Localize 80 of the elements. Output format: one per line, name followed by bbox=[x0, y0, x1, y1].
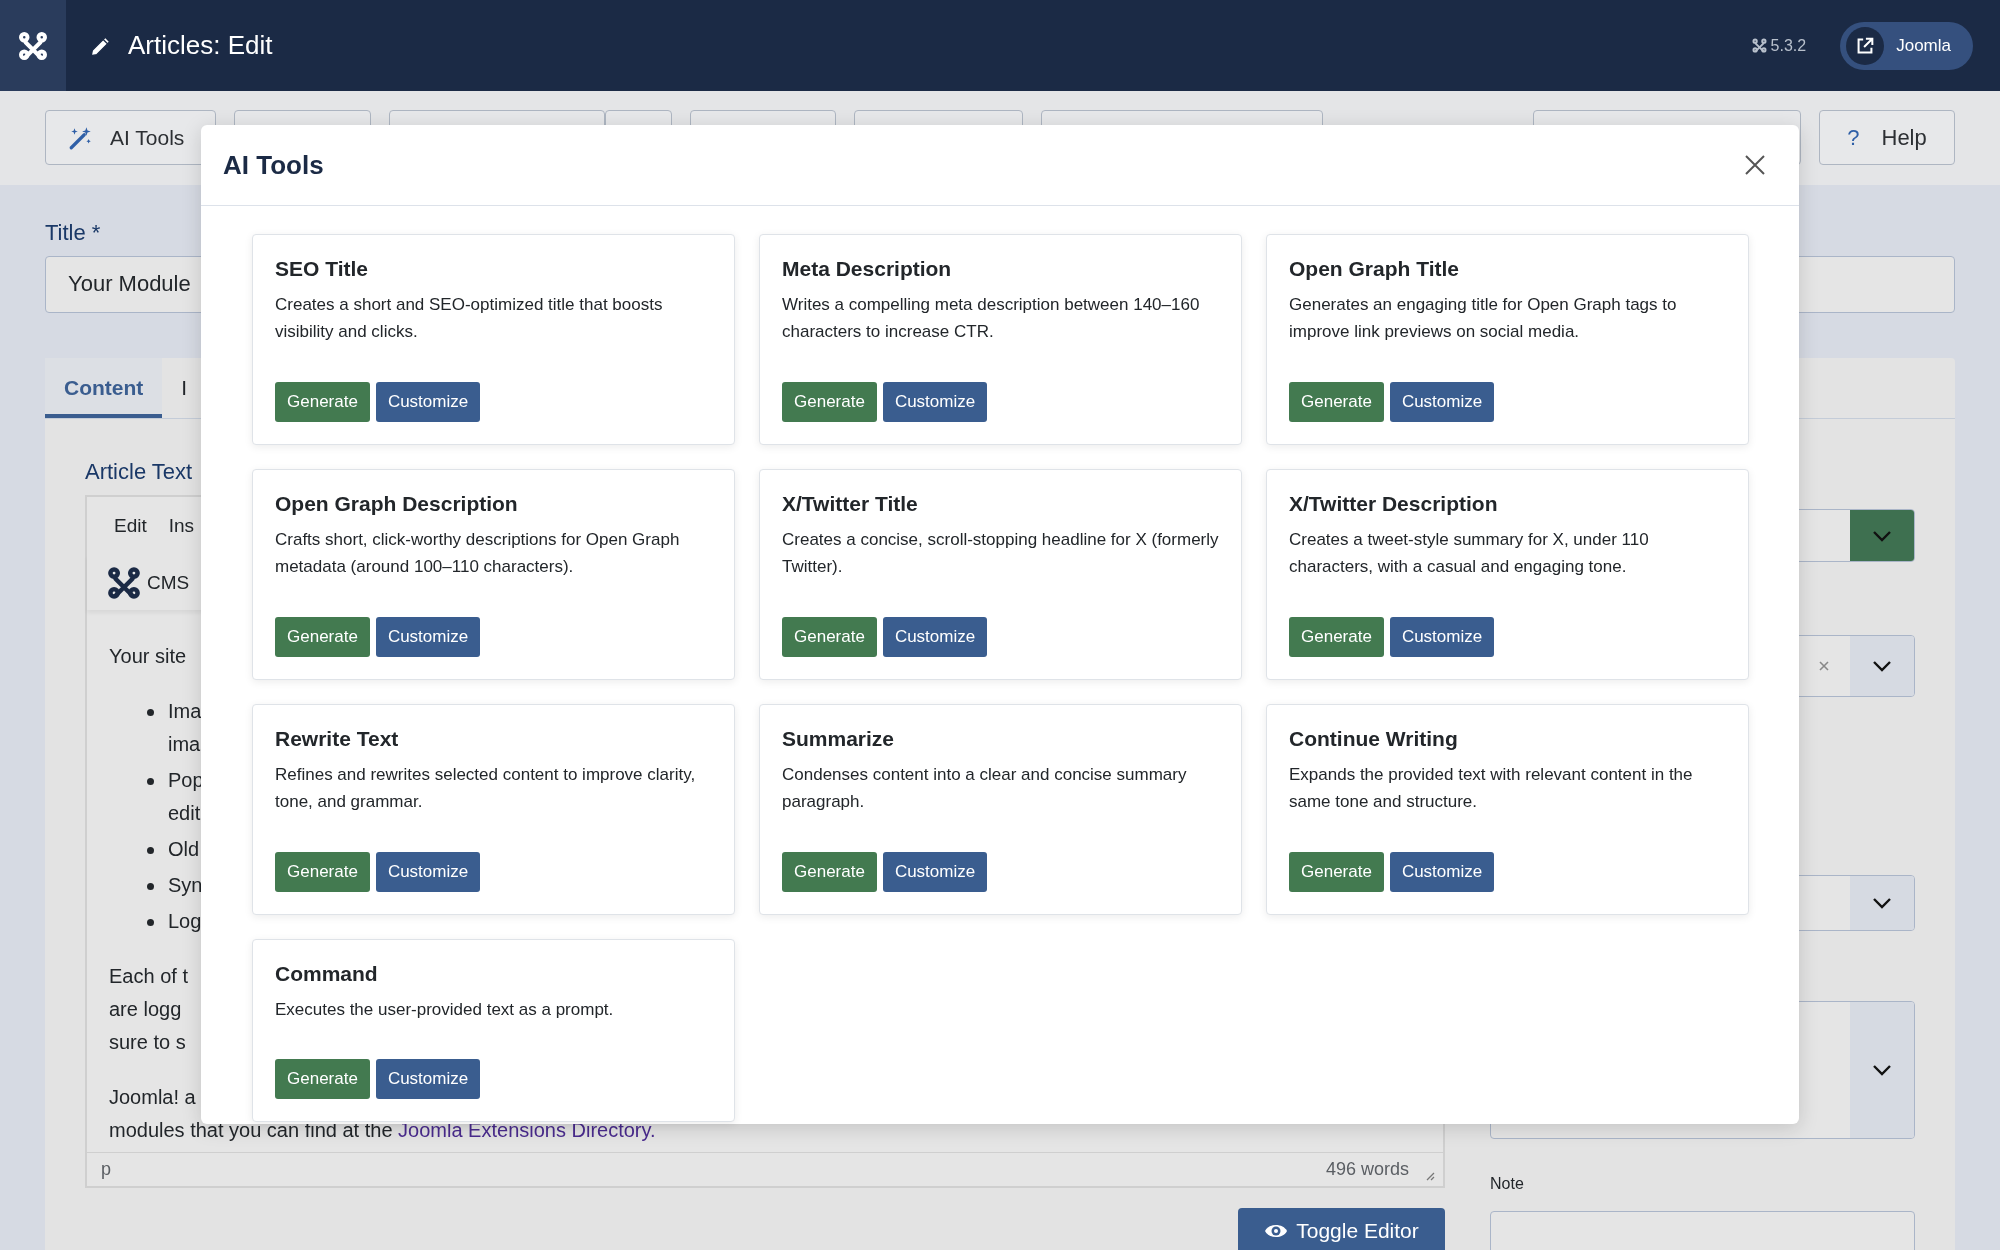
card-title: Open Graph Title bbox=[1289, 257, 1460, 282]
modal-title: AI Tools bbox=[223, 149, 325, 181]
card-title: Open Graph Description bbox=[275, 492, 519, 517]
logo-icon bbox=[1751, 38, 1767, 53]
card-title: Summarize bbox=[782, 727, 896, 752]
card-title: X/Twitter Description bbox=[1289, 492, 1499, 517]
card-description: Creates a concise, scroll-stopping headline for X (formerly Twitter). bbox=[782, 529, 1219, 578]
bullet-icon bbox=[147, 778, 154, 785]
card-description: Creates a tweet-style summary for X, under 110 characters, with a casual and engaging tone. bbox=[1289, 529, 1650, 578]
customize-button[interactable]: Customize bbox=[375, 617, 481, 657]
card-description: Writes a compelling meta description between 140–160 characters to increase CTR. bbox=[782, 294, 1201, 343]
list-item: Syn bbox=[168, 873, 203, 898]
customize-button[interactable]: Customize bbox=[1389, 852, 1495, 892]
version-text: 5.3.2 bbox=[1770, 36, 1807, 55]
clear-icon[interactable] bbox=[1818, 660, 1830, 672]
dropdown-toggle[interactable] bbox=[1850, 636, 1914, 696]
generate-button[interactable]: Generate bbox=[275, 382, 370, 422]
customize-button[interactable]: Customize bbox=[882, 617, 988, 657]
bullet-icon bbox=[147, 883, 154, 890]
field-label: Article Text bbox=[85, 459, 194, 486]
menu-item[interactable]: Ins bbox=[168, 515, 195, 537]
site-button[interactable]: Joomla bbox=[1840, 21, 1973, 70]
menu-item[interactable]: Edit bbox=[114, 515, 147, 537]
customize-button[interactable]: Customize bbox=[375, 1059, 481, 1099]
toolbar-label[interactable]: CMS bbox=[147, 571, 190, 594]
page-title: Articles: Edit bbox=[128, 30, 273, 61]
dropdown-toggle[interactable] bbox=[1850, 1002, 1914, 1138]
customize-button[interactable]: Customize bbox=[882, 852, 988, 892]
field-label: Title * bbox=[45, 220, 102, 246]
generate-button[interactable]: Generate bbox=[275, 1059, 370, 1099]
generate-button[interactable]: Generate bbox=[1289, 852, 1384, 892]
generate-button[interactable]: Generate bbox=[782, 852, 877, 892]
generate-button[interactable]: Generate bbox=[1289, 382, 1384, 422]
generate-button[interactable]: Generate bbox=[275, 617, 370, 657]
paragraph: Your site bbox=[109, 644, 187, 669]
word-count: 496 words bbox=[1325, 1159, 1409, 1180]
card-description: Generates an engaging title for Open Graph tags to improve link previews on social media. bbox=[1289, 294, 1678, 343]
customize-button[interactable]: Customize bbox=[1389, 617, 1495, 657]
card-title: Rewrite Text bbox=[275, 727, 400, 752]
card-description: Executes the user-provided text as a prompt. bbox=[275, 999, 615, 1021]
logo-icon[interactable] bbox=[107, 565, 141, 600]
help-button[interactable]: ? Help bbox=[1819, 110, 1955, 165]
card-description: Condenses content into a clear and concise summary paragraph. bbox=[782, 764, 1188, 813]
list-item: Log bbox=[168, 909, 202, 934]
dropdown-toggle[interactable] bbox=[1850, 510, 1914, 561]
card-title: X/Twitter Title bbox=[782, 492, 919, 517]
bullet-icon bbox=[147, 709, 154, 716]
card-title: SEO Title bbox=[275, 257, 369, 282]
card-title: Command bbox=[275, 962, 379, 987]
generate-button[interactable]: Generate bbox=[782, 617, 877, 657]
list-item: Old bbox=[168, 837, 200, 862]
card-description: Refines and rewrites selected content to improve clarity, tone, and grammar. bbox=[275, 764, 697, 813]
help-label: Help bbox=[1881, 124, 1927, 151]
card-description: Expands the provided text with relevant content in the same tone and structure. bbox=[1289, 764, 1694, 813]
customize-button[interactable]: Customize bbox=[882, 382, 988, 422]
bullet-icon bbox=[147, 847, 154, 854]
help-icon: ? bbox=[1847, 124, 1860, 151]
list-item: Ima ima bbox=[168, 699, 202, 757]
customize-button[interactable]: Customize bbox=[375, 382, 481, 422]
card-description: Crafts short, click-worthy descriptions for Open Graph metadata (around 100–110 characters). bbox=[275, 529, 681, 578]
card-title: Continue Writing bbox=[1289, 727, 1459, 752]
customize-button[interactable]: Customize bbox=[375, 852, 481, 892]
ai-tools-button[interactable]: AI Tools bbox=[45, 110, 216, 165]
logo-icon[interactable] bbox=[18, 30, 48, 61]
dropdown-toggle[interactable] bbox=[1850, 876, 1914, 930]
card-description: Creates a short and SEO-optimized title that boosts visibility and clicks. bbox=[275, 294, 664, 343]
element-path: p bbox=[101, 1159, 111, 1180]
external-link-icon bbox=[1846, 26, 1885, 65]
magic-wand-icon bbox=[68, 124, 94, 151]
tab[interactable]: Content bbox=[45, 358, 163, 418]
generate-button[interactable]: Generate bbox=[275, 852, 370, 892]
generate-button[interactable]: Generate bbox=[782, 382, 877, 422]
field-label: Note bbox=[1490, 1175, 1525, 1194]
close-icon[interactable] bbox=[1743, 153, 1767, 177]
bullet-icon bbox=[147, 919, 154, 926]
generate-button[interactable]: Generate bbox=[1289, 617, 1384, 657]
customize-button[interactable]: Customize bbox=[1389, 382, 1495, 422]
card-title: Meta Description bbox=[782, 257, 953, 282]
paragraph: Each of t are logg sure to s bbox=[109, 964, 188, 1055]
toggle-editor-button[interactable]: Toggle Editor bbox=[1238, 1208, 1445, 1250]
